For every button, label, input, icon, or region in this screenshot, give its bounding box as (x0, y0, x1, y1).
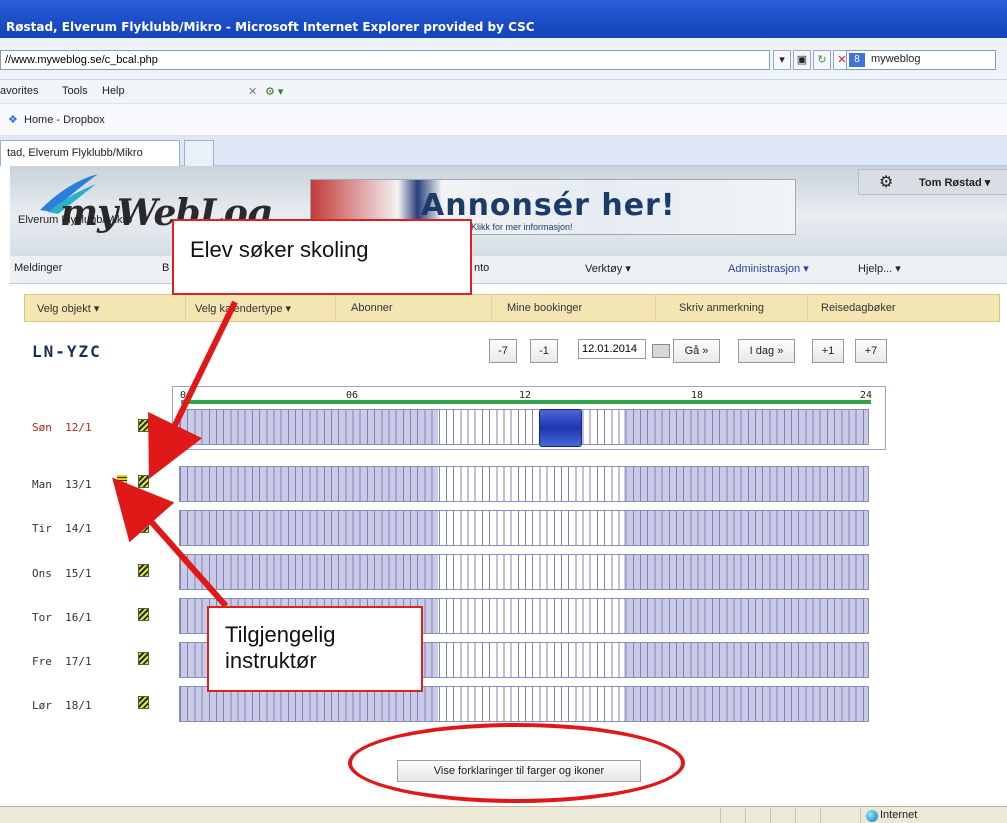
callout-instructor: Tilgjengelig instruktør (207, 606, 423, 692)
globe-icon (866, 810, 878, 822)
callout-student: Elev søker skoling (172, 219, 472, 295)
arrow-to-instructor-icon (148, 300, 238, 479)
callout-instructor-line2: instruktør (225, 648, 317, 673)
status-zone: Internet (880, 809, 918, 821)
highlight-ellipse (348, 723, 685, 803)
status-divider (745, 808, 746, 823)
arrow-to-student-icon (112, 477, 229, 608)
status-divider (820, 808, 821, 823)
annotation-arrows (112, 300, 238, 608)
status-divider (860, 808, 861, 823)
status-bar: Internet (0, 806, 1007, 823)
status-divider (720, 808, 721, 823)
callout-instructor-line1: Tilgjengelig (225, 622, 336, 647)
status-divider (795, 808, 796, 823)
status-divider (770, 808, 771, 823)
